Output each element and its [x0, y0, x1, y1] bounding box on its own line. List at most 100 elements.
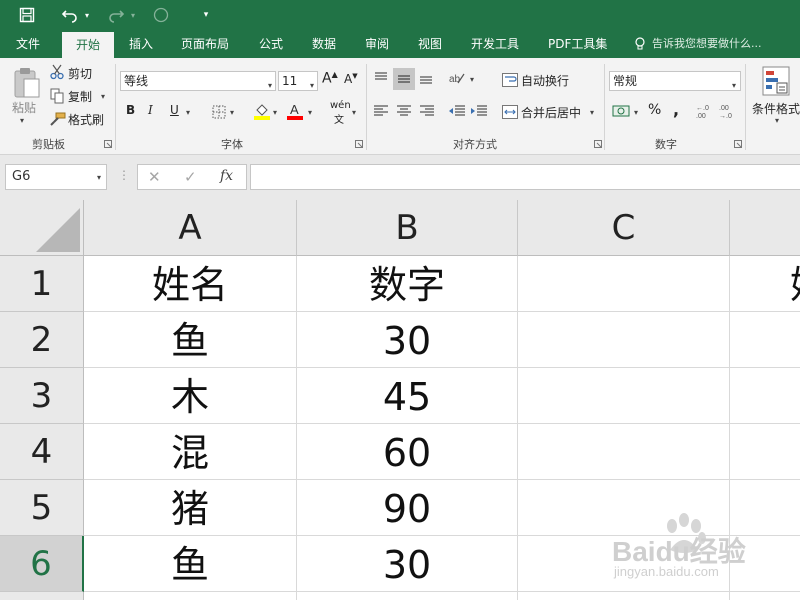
- borders-icon[interactable]: [212, 104, 226, 123]
- cell-d3[interactable]: [730, 368, 800, 424]
- font-color-icon[interactable]: A: [287, 102, 303, 124]
- format-painter-icon[interactable]: [50, 111, 66, 130]
- align-bottom-icon[interactable]: [418, 70, 434, 90]
- italic-button[interactable]: I: [148, 103, 153, 117]
- column-header-d[interactable]: [730, 200, 800, 256]
- undo-icon[interactable]: [58, 0, 82, 30]
- conditional-format-dropdown-icon[interactable]: ▾: [775, 116, 779, 125]
- cell-a3[interactable]: 木: [84, 368, 297, 424]
- customize-qat-icon[interactable]: ▾: [198, 0, 214, 30]
- font-color-dropdown-icon[interactable]: ▾: [308, 108, 312, 117]
- row-header-6[interactable]: 6: [0, 536, 84, 592]
- tab-data[interactable]: 数据: [312, 30, 336, 58]
- column-header-a[interactable]: A: [84, 200, 297, 256]
- cell-c7[interactable]: [518, 592, 730, 600]
- row-header-2[interactable]: 2: [0, 312, 84, 368]
- cancel-icon[interactable]: ✕: [148, 168, 161, 186]
- merge-center-icon[interactable]: [502, 104, 518, 123]
- redo-icon[interactable]: [104, 0, 128, 30]
- orientation-dropdown-icon[interactable]: ▾: [470, 75, 474, 84]
- cut-button[interactable]: 剪切: [68, 65, 92, 82]
- bold-button[interactable]: B: [126, 103, 135, 117]
- cell-a1[interactable]: 姓名: [84, 256, 297, 312]
- align-center-icon[interactable]: [396, 103, 412, 122]
- name-box[interactable]: G6 ▾: [5, 164, 107, 190]
- cell-d5[interactable]: [730, 480, 800, 536]
- font-launcher-icon[interactable]: [355, 140, 363, 148]
- copy-icon[interactable]: [50, 88, 64, 108]
- column-header-c[interactable]: C: [518, 200, 730, 256]
- decrease-indent-icon[interactable]: [448, 103, 466, 122]
- align-left-icon[interactable]: [373, 103, 389, 122]
- cell-d2[interactable]: [730, 312, 800, 368]
- tab-insert[interactable]: 插入: [129, 30, 153, 58]
- cell-c1[interactable]: [518, 256, 730, 312]
- cell-b4[interactable]: 60: [297, 424, 518, 480]
- row-header-7[interactable]: [0, 592, 84, 600]
- merge-center-button[interactable]: 合并后居中: [521, 104, 581, 121]
- copy-dropdown-icon[interactable]: ▾: [101, 92, 105, 101]
- cell-d1[interactable]: 姓: [730, 256, 800, 312]
- accounting-dropdown-icon[interactable]: ▾: [634, 108, 638, 117]
- cut-icon[interactable]: [50, 64, 64, 84]
- cell-c2[interactable]: [518, 312, 730, 368]
- decrease-decimal-icon[interactable]: .00 →.0: [719, 103, 739, 123]
- touch-mode-icon[interactable]: [150, 0, 172, 30]
- borders-dropdown-icon[interactable]: ▾: [230, 108, 234, 117]
- wrap-text-button[interactable]: 自动换行: [521, 72, 569, 89]
- select-all-corner[interactable]: [0, 200, 84, 256]
- underline-button[interactable]: U: [170, 103, 179, 117]
- cell-b3[interactable]: 45: [297, 368, 518, 424]
- wrap-text-icon[interactable]: [502, 72, 518, 91]
- accounting-format-icon[interactable]: [612, 103, 632, 123]
- tab-developer[interactable]: 开发工具: [471, 30, 519, 58]
- align-middle-icon[interactable]: [393, 68, 415, 90]
- font-size-select[interactable]: 11 ▾: [278, 71, 318, 91]
- cell-d7[interactable]: [730, 592, 800, 600]
- cell-a6[interactable]: 鱼: [84, 536, 297, 592]
- cell-b7[interactable]: [297, 592, 518, 600]
- conditional-format-button[interactable]: 条件格式: [752, 100, 800, 117]
- percent-style-button[interactable]: %: [648, 102, 661, 118]
- align-top-icon[interactable]: [373, 70, 389, 90]
- cell-c4[interactable]: [518, 424, 730, 480]
- increase-indent-icon[interactable]: [470, 103, 488, 122]
- tab-pdf-tools[interactable]: PDF工具集: [548, 30, 607, 58]
- decrease-font-size-icon[interactable]: A▼: [344, 72, 358, 86]
- tell-me-box[interactable]: 告诉我您想要做什么...: [652, 30, 762, 58]
- row-header-5[interactable]: 5: [0, 480, 84, 536]
- tab-file[interactable]: 文件: [16, 30, 40, 58]
- alignment-launcher-icon[interactable]: [594, 140, 602, 148]
- cell-d4[interactable]: [730, 424, 800, 480]
- cell-a7[interactable]: [84, 592, 297, 600]
- redo-dropdown-icon[interactable]: ▾: [128, 0, 138, 30]
- insert-function-button[interactable]: fx: [220, 168, 233, 184]
- save-icon[interactable]: [14, 0, 40, 30]
- paste-dropdown-icon[interactable]: ▾: [20, 116, 24, 125]
- merge-center-dropdown-icon[interactable]: ▾: [590, 108, 594, 117]
- cell-b2[interactable]: 30: [297, 312, 518, 368]
- increase-decimal-icon[interactable]: ←.0.00: [696, 103, 716, 123]
- enter-icon[interactable]: ✓: [184, 168, 197, 186]
- cell-b5[interactable]: 90: [297, 480, 518, 536]
- increase-font-size-icon[interactable]: A▲: [322, 70, 338, 87]
- tab-formulas[interactable]: 公式: [259, 30, 283, 58]
- cell-c3[interactable]: [518, 368, 730, 424]
- tab-page-layout[interactable]: 页面布局: [181, 30, 229, 58]
- clipboard-launcher-icon[interactable]: [104, 140, 112, 148]
- comma-style-button[interactable]: ,: [673, 100, 679, 119]
- align-right-icon[interactable]: [419, 103, 435, 122]
- tab-home[interactable]: 开始: [62, 32, 114, 58]
- copy-button[interactable]: 复制: [68, 88, 92, 105]
- cell-a2[interactable]: 鱼: [84, 312, 297, 368]
- phonetic-dropdown-icon[interactable]: ▾: [352, 108, 356, 117]
- column-header-b[interactable]: B: [297, 200, 518, 256]
- row-header-3[interactable]: 3: [0, 368, 84, 424]
- fill-color-icon[interactable]: [254, 102, 270, 124]
- cell-b1[interactable]: 数字: [297, 256, 518, 312]
- cell-a4[interactable]: 混: [84, 424, 297, 480]
- row-header-4[interactable]: 4: [0, 424, 84, 480]
- cell-a5[interactable]: 猪: [84, 480, 297, 536]
- number-launcher-icon[interactable]: [734, 140, 742, 148]
- format-painter-button[interactable]: 格式刷: [68, 111, 104, 128]
